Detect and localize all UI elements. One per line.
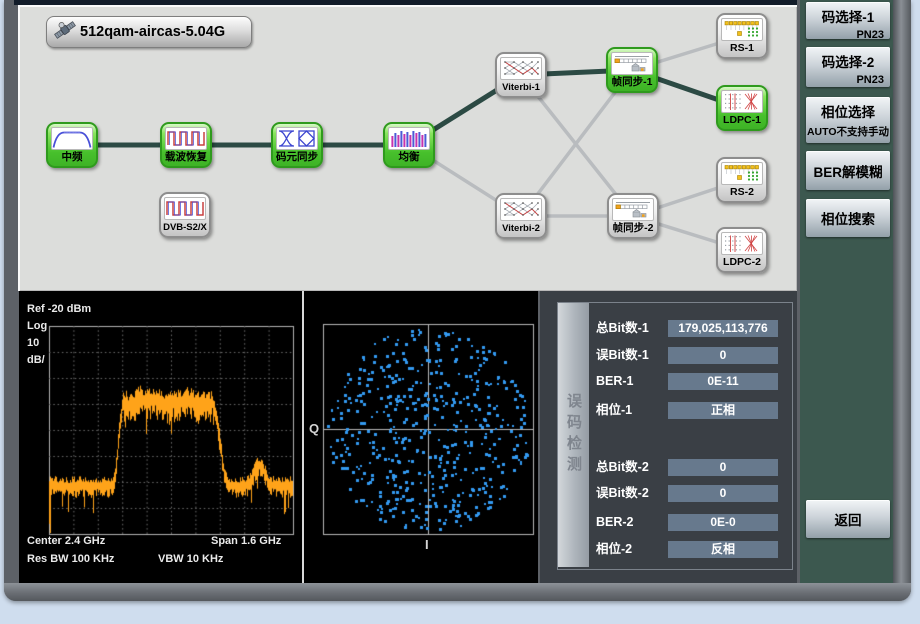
flow-block-label: DVB-S2/X [161, 221, 209, 234]
rs-icon [721, 18, 763, 41]
sidebar-button-ber-deambiguity[interactable]: BER解模糊 [806, 151, 890, 190]
signal-name-label: 512qam-aircas-5.04G [80, 24, 225, 40]
window-bottom-edge [4, 583, 911, 601]
sidebar-button-sublabel: AUTO不支持手动 [806, 121, 890, 139]
bandpass-icon [51, 127, 93, 150]
sidebar-button-sublabel: PN23 [806, 26, 890, 41]
flow-block-label: 载波恢复 [162, 151, 210, 164]
ber-row-label: BER-1 [596, 373, 634, 390]
flow-block-framesync1[interactable]: 帧同步-1 [606, 47, 658, 93]
ber-row-value: 0 [668, 347, 778, 364]
framesync-icon [612, 198, 654, 221]
flow-block-dvb[interactable]: DVB-S2/X [159, 192, 211, 238]
flow-block-ldpc1[interactable]: LDPC-1 [716, 85, 768, 131]
flow-block-if[interactable]: 中频 [46, 122, 98, 168]
flow-block-viterbi1[interactable]: Viterbi-1 [495, 52, 547, 98]
ber-row-label: 总Bit数-1 [596, 320, 649, 337]
framesync-icon [611, 52, 653, 75]
sidebar-button-phase-search[interactable]: 相位搜索 [806, 199, 890, 237]
span-label: Span 1.6 GHz [211, 535, 281, 547]
eye-diagram-icon [276, 127, 318, 150]
bars-icon [388, 127, 430, 150]
flow-block-rs1[interactable]: RS-1 [716, 13, 768, 59]
scale-db-label: dB/ [27, 354, 45, 366]
ber-title-bar: 误码检测 [558, 303, 589, 567]
flow-block-label: Viterbi-2 [497, 222, 545, 235]
ber-panel-title: 误码检测 [563, 393, 584, 477]
ber-panel: 误码检测 总Bit数-1 179,025,113,776 误Bit数-1 0 BER-1… [540, 291, 797, 584]
signal-select-button[interactable]: 512qam-aircas-5.04G [46, 16, 252, 48]
ber-row-value: 0 [668, 459, 778, 476]
flow-block-label: 帧同步-1 [608, 76, 656, 89]
flow-block-label: RS-2 [718, 186, 766, 199]
constellation-panel: Q I [304, 291, 538, 584]
sidebar-button-label: 相位搜索 [821, 208, 875, 228]
sidebar-button-label: 相位选择 [806, 97, 890, 121]
trellis-icon [500, 57, 542, 80]
sidebar-button-back[interactable]: 返回 [806, 500, 890, 538]
spectrum-analyzer-panel: Ref -20 dBm Log 10 dB/ Center 2.4 GHz Sp… [19, 291, 302, 584]
q-axis-label: Q [309, 421, 319, 436]
flow-block-label: LDPC-1 [718, 114, 766, 127]
ber-row-label: 相位-1 [596, 402, 632, 419]
ber-row-value: 0E-0 [668, 514, 778, 531]
ber-row-value: 0 [668, 485, 778, 502]
flow-block-ldpc2[interactable]: LDPC-2 [716, 227, 768, 273]
center-freq-label: Center 2.4 GHz [27, 535, 105, 547]
app-window: 中频 载波恢复 码元同步 均衡 DVB-S2/X Viterbi-1 Viterbi-2 帧同… [4, 0, 911, 601]
i-axis-label: I [425, 537, 429, 552]
scale-log-label: Log [27, 320, 47, 332]
sidebar-button-label: BER解模糊 [813, 161, 882, 181]
sidebar-button-label: 返回 [835, 509, 862, 529]
ref-level-label: Ref -20 dBm [27, 303, 91, 315]
flow-diagram-panel: 中频 载波恢复 码元同步 均衡 DVB-S2/X Viterbi-1 Viterbi-2 帧同… [18, 5, 797, 291]
flow-block-label: RS-1 [718, 42, 766, 55]
flow-block-label: LDPC-2 [718, 256, 766, 269]
sidebar-button-label: 码选择-1 [806, 2, 890, 26]
sidebar-button-code-select-2[interactable]: 码选择-2PN23 [806, 47, 890, 87]
ber-row-value: 正相 [668, 402, 778, 419]
ber-row-value: 0E-11 [668, 373, 778, 390]
ber-row-value: 179,025,113,776 [668, 320, 778, 337]
flow-block-carrier[interactable]: 载波恢复 [160, 122, 212, 168]
sidebar-button-label: 码选择-2 [806, 47, 890, 71]
trellis-icon [500, 198, 542, 221]
ber-row-value: 反相 [668, 541, 778, 558]
ber-row-label: 误Bit数-1 [596, 347, 649, 364]
rbw-label: Res BW 100 KHz [27, 553, 114, 565]
flow-block-label: Viterbi-1 [497, 81, 545, 94]
flow-block-eq[interactable]: 均衡 [383, 122, 435, 168]
flow-block-rs2[interactable]: RS-2 [716, 157, 768, 203]
squarewave-icon [165, 127, 207, 150]
squarewave-icon [164, 197, 206, 220]
scale-10-label: 10 [27, 337, 39, 349]
rs-icon [721, 162, 763, 185]
flow-block-viterbi2[interactable]: Viterbi-2 [495, 193, 547, 239]
window-right-edge [893, 0, 911, 601]
vbw-label: VBW 10 KHz [158, 553, 223, 565]
page-background: 中频 载波恢复 码元同步 均衡 DVB-S2/X Viterbi-1 Viterbi-2 帧同… [0, 0, 920, 624]
flow-block-label: 中频 [48, 151, 96, 164]
flow-block-label: 均衡 [385, 151, 433, 164]
ber-row-label: 误Bit数-2 [596, 485, 649, 502]
ber-row-label: BER-2 [596, 514, 634, 531]
flow-block-symsync[interactable]: 码元同步 [271, 122, 323, 168]
flow-block-framesync2[interactable]: 帧同步-2 [607, 193, 659, 239]
flow-block-label: 码元同步 [273, 151, 321, 164]
flow-block-label: 帧同步-2 [609, 222, 657, 235]
ber-row-label: 总Bit数-2 [596, 459, 649, 476]
sidebar-button-sublabel: PN23 [806, 71, 890, 86]
ldpc-icon [721, 90, 763, 113]
sidebar-button-code-select-1[interactable]: 码选择-1PN23 [806, 2, 890, 39]
ldpc-icon [721, 232, 763, 255]
ber-row-label: 相位-2 [596, 541, 632, 558]
sidebar-button-phase-select[interactable]: 相位选择AUTO不支持手动 [806, 97, 890, 143]
sidebar: 码选择-1PN23码选择-2PN23相位选择AUTO不支持手动BER解模糊相位搜… [800, 0, 895, 584]
satellite-icon [53, 19, 77, 46]
constellation-plot [304, 291, 538, 584]
